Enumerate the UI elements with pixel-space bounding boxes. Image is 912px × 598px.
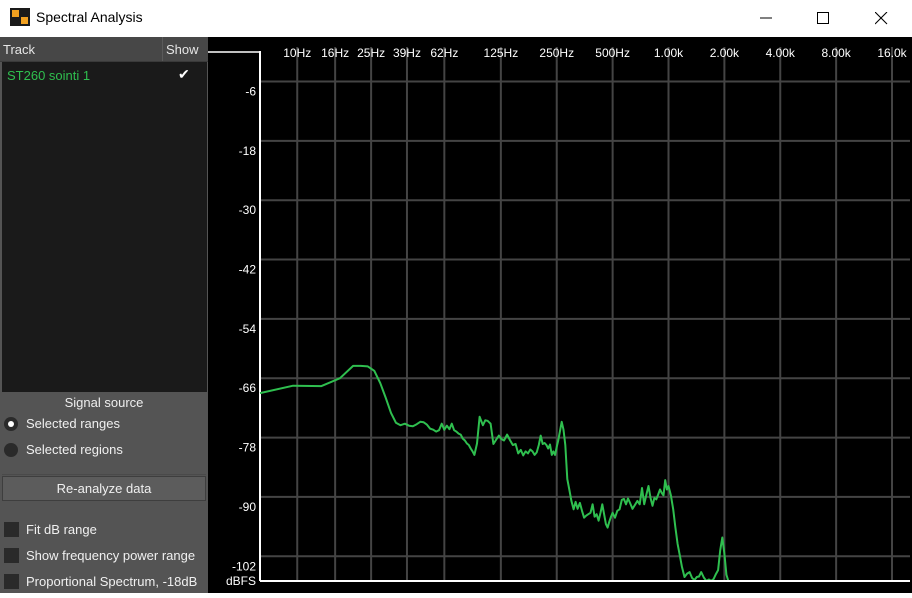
freq-tick-label: 16Hz xyxy=(321,46,349,60)
freq-tick-label: 25Hz xyxy=(357,46,385,60)
signal-source-label: Signal source xyxy=(64,395,144,410)
show-frequency-power-range-label[interactable]: Show frequency power range xyxy=(26,548,195,563)
column-divider xyxy=(162,37,163,61)
db-tick-label: -30 xyxy=(239,203,257,217)
spectral-app-icon xyxy=(10,8,30,26)
track-name[interactable]: ST260 sointi 1 xyxy=(7,68,90,83)
close-icon xyxy=(875,12,888,25)
db-tick-label: -90 xyxy=(239,500,257,514)
db-tick-label: -78 xyxy=(239,441,257,455)
show-track-check-icon[interactable]: ✔ xyxy=(178,66,190,83)
close-button[interactable] xyxy=(853,0,911,37)
show-column-header[interactable]: Show xyxy=(166,42,199,57)
selected-regions-label[interactable]: Selected regions xyxy=(26,442,123,457)
db-unit-label: dBFS xyxy=(226,574,256,588)
freq-tick-label: 4.00k xyxy=(766,46,796,60)
selected-regions-radio[interactable] xyxy=(4,443,18,457)
freq-tick-label: 16.0k xyxy=(877,46,907,60)
minimize-icon xyxy=(760,17,772,19)
db-tick-label: -18 xyxy=(239,144,257,158)
track-list-header: Track Show xyxy=(0,37,208,62)
divider xyxy=(2,474,206,475)
proportional-spectrum-checkbox[interactable] xyxy=(4,574,19,589)
db-tick-label: -6 xyxy=(245,85,256,99)
minimize-button[interactable] xyxy=(738,0,796,37)
db-tick-label: -54 xyxy=(239,322,257,336)
maximize-button[interactable] xyxy=(795,0,853,37)
fit-db-range-checkbox[interactable] xyxy=(4,522,19,537)
reanalyze-button[interactable]: Re-analyze data xyxy=(2,476,206,501)
db-tick-label: -102 xyxy=(232,559,256,573)
selected-ranges-label[interactable]: Selected ranges xyxy=(26,416,120,431)
freq-tick-label: 250Hz xyxy=(539,46,574,60)
spectrum-plot[interactable]: 10Hz 16Hz 25Hz 39Hz 62Hz 125Hz 250Hz 500Hz 1.00k… xyxy=(208,37,912,593)
freq-tick-label: 500Hz xyxy=(595,46,630,60)
freq-tick-label: 2.00k xyxy=(710,46,740,60)
proportional-spectrum-label[interactable]: Proportional Spectrum, -18dB xyxy=(26,574,197,589)
window-title: Spectral Analysis xyxy=(36,9,143,25)
selected-ranges-radio[interactable] xyxy=(4,417,18,431)
sidebar: Track Show ST260 sointi 1 ✔ Signal sourc… xyxy=(0,37,208,593)
freq-tick-label: 125Hz xyxy=(484,46,519,60)
show-frequency-power-range-checkbox[interactable] xyxy=(4,548,19,563)
freq-tick-label: 62Hz xyxy=(430,46,458,60)
track-column-header[interactable]: Track xyxy=(3,42,35,57)
db-tick-label: -42 xyxy=(239,263,257,277)
title-bar: Spectral Analysis xyxy=(0,0,912,37)
db-tick-label: -66 xyxy=(239,381,257,395)
maximize-icon xyxy=(817,12,829,24)
freq-tick-label: 39Hz xyxy=(393,46,421,60)
track-list[interactable]: ST260 sointi 1 ✔ xyxy=(2,62,207,392)
freq-tick-label: 8.00k xyxy=(821,46,851,60)
spectrum-chart[interactable]: 10Hz 16Hz 25Hz 39Hz 62Hz 125Hz 250Hz 500Hz 1.00k… xyxy=(208,37,912,593)
freq-tick-label: 1.00k xyxy=(654,46,684,60)
fit-db-range-label[interactable]: Fit dB range xyxy=(26,522,97,537)
freq-tick-label: 10Hz xyxy=(283,46,311,60)
